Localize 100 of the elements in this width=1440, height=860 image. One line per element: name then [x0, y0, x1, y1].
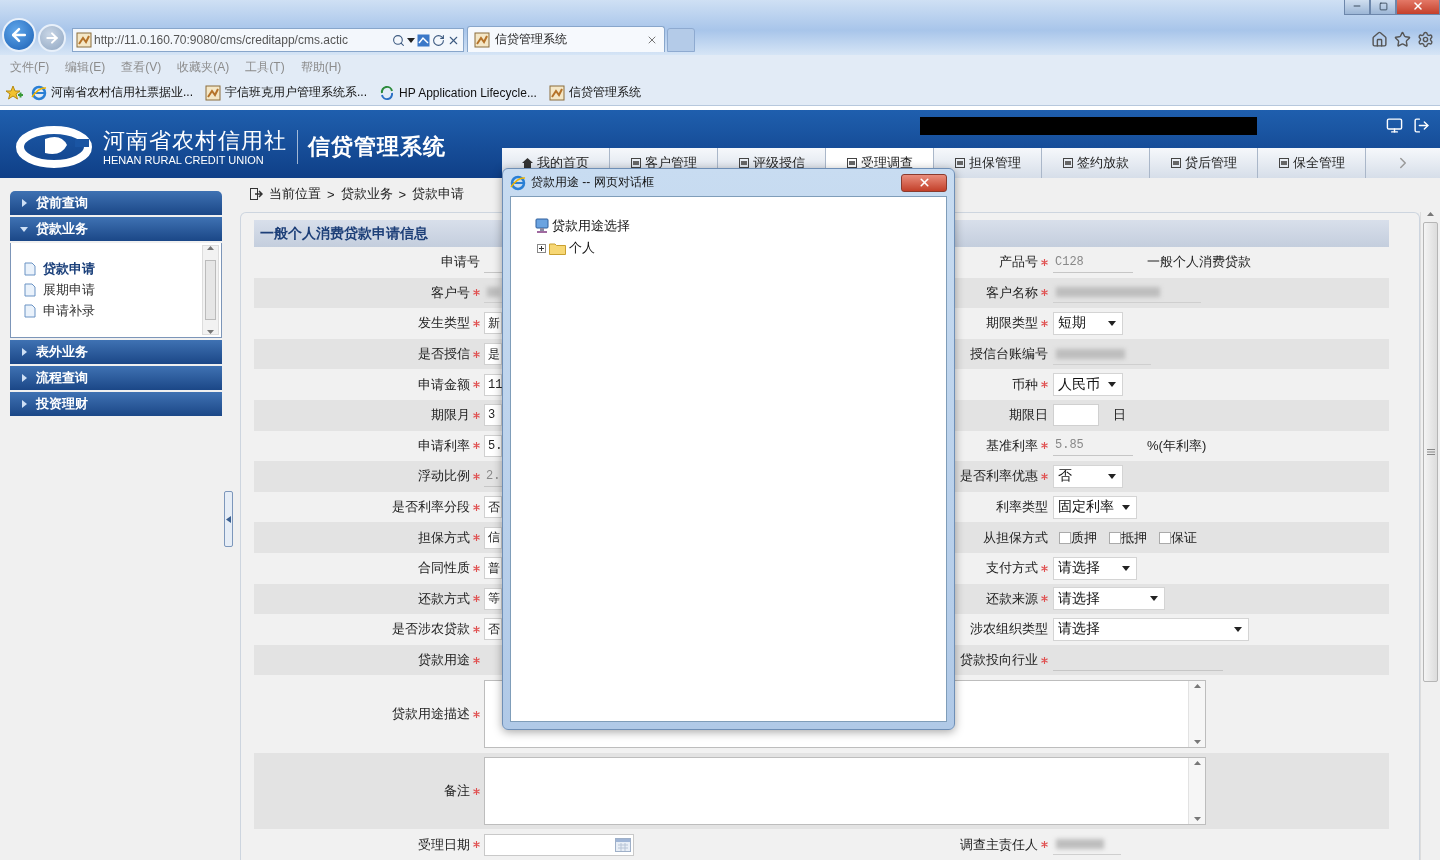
field-label: 发生类型	[418, 314, 470, 333]
nav-tab[interactable]: 贷后管理	[1150, 148, 1258, 178]
document-icon	[24, 283, 36, 297]
text-field[interactable]: 5.	[484, 434, 502, 457]
monitor-icon[interactable]	[1386, 117, 1403, 134]
logo-icon	[15, 125, 93, 169]
favorite-link[interactable]: 宇信班克用户管理系统系...	[205, 84, 368, 101]
select-field[interactable]: 否	[1053, 464, 1123, 488]
sidebar-section[interactable]: 表外业务	[10, 340, 222, 364]
caret-icon	[1122, 565, 1130, 571]
expand-icon[interactable]	[537, 243, 546, 253]
field-label: 期限月	[431, 406, 470, 425]
nav-tab[interactable]: 保全管理	[1258, 148, 1366, 178]
globe-e-icon	[510, 174, 526, 191]
readonly-field: 5.85	[1053, 435, 1133, 457]
text-field[interactable]: 等	[484, 587, 502, 610]
field-label: 是否利率分段	[392, 498, 470, 517]
close-button[interactable]	[901, 173, 947, 192]
select-field[interactable]: 固定利率	[1053, 495, 1137, 519]
text-field[interactable]: 是	[484, 343, 502, 366]
arrow-right-icon	[44, 30, 60, 46]
text-field[interactable]: 否	[484, 496, 502, 519]
text-field[interactable]: 普	[484, 557, 502, 580]
select-field[interactable]: 人民币	[1053, 373, 1123, 397]
logout-icon[interactable]	[1413, 117, 1430, 134]
sidebar-item[interactable]: 展期申请	[24, 282, 200, 298]
scrollbar[interactable]	[1188, 681, 1205, 748]
scroll-thumb[interactable]	[1423, 222, 1438, 682]
caret-icon	[1108, 382, 1116, 388]
scrollbar[interactable]	[1188, 758, 1205, 825]
browser-tab[interactable]: 信贷管理系统	[467, 26, 665, 52]
calendar-icon	[615, 837, 631, 852]
scrollbar[interactable]	[1420, 212, 1440, 860]
favorite-link[interactable]: HP Application Lifecycle...	[379, 84, 537, 101]
field-label: 还款来源	[986, 589, 1038, 608]
field-label: 基准利率	[986, 436, 1038, 455]
field-label: 受理日期	[418, 835, 470, 854]
checkbox[interactable]	[1059, 531, 1071, 544]
checkbox[interactable]	[1109, 531, 1121, 544]
sidebar-section[interactable]: 流程查询	[10, 366, 222, 390]
favorites-star-icon[interactable]	[5, 84, 23, 101]
text-area[interactable]	[484, 757, 1206, 826]
caret-left-icon	[226, 515, 231, 523]
text-field[interactable]: 否	[484, 618, 502, 641]
checkbox[interactable]	[1159, 531, 1171, 544]
field-label: 期限日	[1009, 406, 1048, 425]
text-field[interactable]: 新	[484, 312, 502, 335]
field-label: 客户号	[431, 283, 470, 302]
back-button[interactable]	[2, 18, 36, 52]
maximize-button[interactable]	[1370, 0, 1396, 15]
select-field[interactable]: 请选择	[1053, 617, 1249, 641]
address-bar[interactable]: http://11.0.160.70:9080/cms/creditapp/cms.actic	[72, 28, 464, 52]
breadcrumb-item[interactable]: 贷款业务	[340, 185, 393, 203]
nav-tab[interactable]: 签约放款	[1042, 148, 1150, 178]
field-label: 授信台账编号	[970, 345, 1048, 364]
nav-tab[interactable]: 担保管理	[934, 148, 1042, 178]
sidebar-section[interactable]: 贷前查询	[10, 191, 222, 215]
close-button[interactable]	[1396, 0, 1440, 15]
text-field[interactable]: 3	[484, 404, 502, 427]
text-field[interactable]: 信	[484, 526, 502, 549]
field-label: 申请利率	[418, 436, 470, 455]
settings-icon[interactable]	[1417, 31, 1434, 48]
org-name: 河南省农村信用社	[103, 127, 287, 154]
sidebar-section[interactable]: 投资理财	[10, 392, 222, 416]
field-label: 合同性质	[418, 559, 470, 578]
field-label: 客户名称	[986, 283, 1038, 302]
new-tab-button[interactable]	[667, 28, 695, 52]
sidebar-item[interactable]: 申请补录	[24, 303, 200, 319]
caret-icon	[1108, 473, 1116, 479]
select-field[interactable]: 请选择	[1053, 587, 1165, 611]
sidebar-section[interactable]: 贷款业务	[10, 217, 222, 241]
globe-e-icon	[31, 84, 47, 101]
window-icon	[630, 158, 641, 168]
breadcrumb-item[interactable]: 贷款申请	[412, 185, 465, 203]
scrollbar[interactable]	[202, 245, 219, 335]
refresh-icon	[432, 33, 445, 47]
scroll-up-icon	[1193, 684, 1201, 689]
field-label: 贷款投向行业	[960, 651, 1038, 669]
favorite-link[interactable]: 河南省农村信用社票据业...	[31, 84, 193, 101]
scroll-up-icon	[1427, 212, 1434, 216]
date-field[interactable]	[484, 833, 634, 856]
text-field[interactable]	[1053, 404, 1099, 427]
tree-node[interactable]: 贷款用途选择	[552, 217, 630, 235]
select-field[interactable]: 短期	[1053, 312, 1123, 335]
home-icon[interactable]	[1371, 31, 1388, 48]
sidebar-item[interactable]: 贷款申请	[24, 261, 200, 277]
select-field[interactable]: 请选择	[1053, 556, 1137, 580]
field-label: 期限类型	[986, 314, 1038, 333]
star-icon[interactable]	[1394, 31, 1411, 48]
forward-button[interactable]	[38, 24, 66, 52]
window-icon	[1062, 158, 1073, 168]
breadcrumb-separator: >	[398, 186, 407, 202]
field-label: 产品号	[999, 253, 1038, 272]
text-field[interactable]: 11	[484, 373, 502, 396]
window-icon	[954, 158, 965, 168]
favorite-link[interactable]: 信贷管理系统	[548, 84, 641, 101]
checkbox-label: 保证	[1171, 528, 1197, 547]
minimize-button[interactable]	[1344, 0, 1370, 15]
collapse-handle[interactable]	[224, 491, 233, 547]
exit-icon	[250, 188, 263, 200]
